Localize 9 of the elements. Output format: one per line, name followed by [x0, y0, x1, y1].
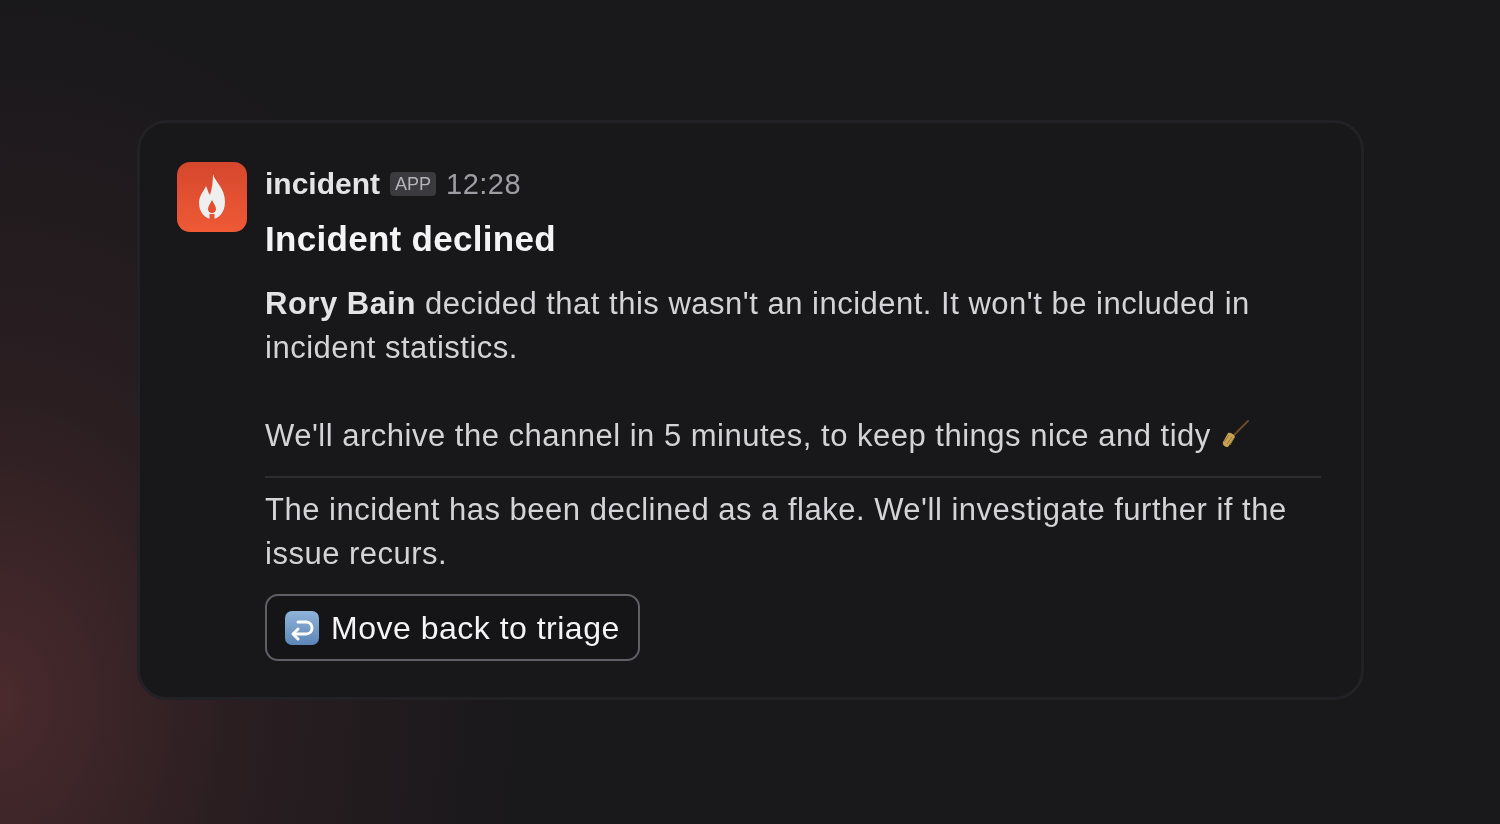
message-text: We'll archive the channel in 5 minutes, to keep things nice and tidy	[265, 414, 1321, 458]
sender-name: incident	[265, 166, 380, 202]
flame-logo-icon	[177, 162, 247, 232]
app-tag: APP	[390, 172, 437, 196]
message-text: Rory Bain decided that this wasn't an incident. It won't be included in incident statistics.	[265, 285, 1251, 367]
message-title: Incident declined	[265, 218, 557, 260]
decline-note: The incident has been declined as a flake. We'll investigate further if the issue recurs.	[265, 491, 1288, 573]
message-time: 12:28	[446, 167, 522, 202]
move-back-button[interactable]: Move back to triage	[265, 594, 640, 661]
